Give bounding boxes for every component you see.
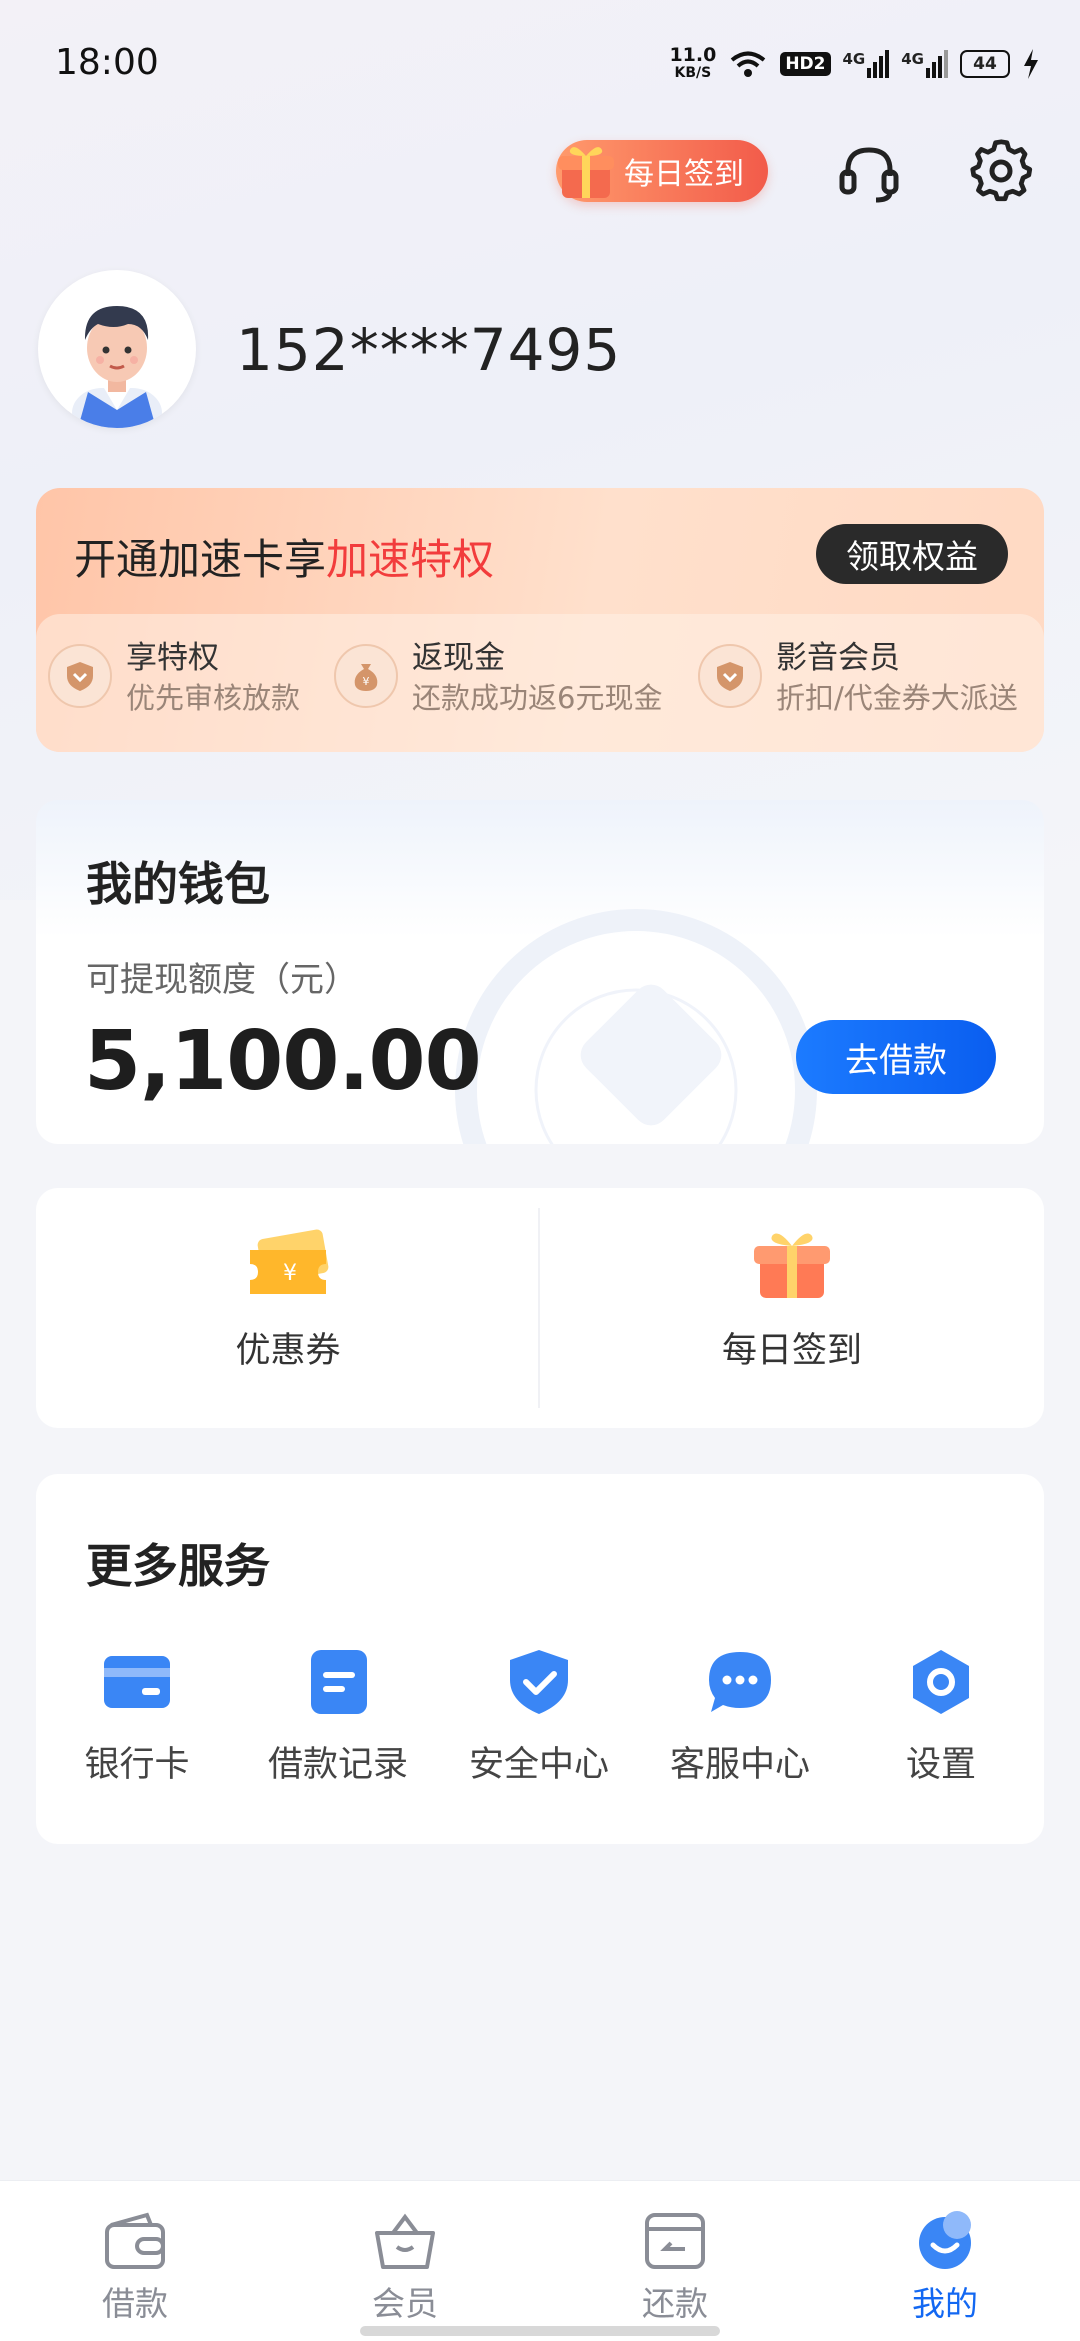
charging-bolt-icon (1024, 49, 1038, 79)
promo-title: 开通加速卡享加速特权 (74, 526, 494, 587)
signal-label-1: 4G (842, 50, 866, 68)
heart-shield-icon (698, 644, 762, 708)
bottom-tab-bar: 借款 会员 还款 我的 (0, 2180, 1080, 2341)
service-loan-records[interactable]: 借款记录 (238, 1650, 438, 1787)
service-label: 银行卡 (84, 1745, 190, 1785)
signal-label-2: 4G (901, 50, 924, 68)
wallet-card: 我的钱包 可提现额度（元） 5,100.00 去借款 (36, 800, 1044, 1144)
claim-benefits-button[interactable]: 领取权益 (816, 524, 1008, 584)
svg-text:¥: ¥ (363, 675, 370, 688)
chat-bubble-icon (709, 1652, 771, 1712)
coupon-entry[interactable]: ¥ 优惠券 (36, 1228, 540, 1373)
perk-title: 影音会员 (776, 640, 900, 676)
avatar-illustration (72, 306, 162, 428)
quick-actions: ¥ 优惠券 每日签到 (36, 1188, 1044, 1428)
gear-icon (913, 1650, 969, 1714)
withdrawable-label: 可提现额度（元） (86, 960, 358, 1000)
headset-icon[interactable] (836, 140, 902, 206)
promo-perks: 享特权 优先审核放款 ¥ 返现金 还款成功返6元现金 影音会员 折扣/代金券大派… (36, 614, 1044, 752)
tab-mine[interactable]: 我的 (845, 2211, 1045, 2325)
tab-membership[interactable]: 会员 (305, 2211, 505, 2325)
signal-icon-2: 4G (901, 50, 948, 78)
service-label: 安全中心 (468, 1745, 609, 1785)
perk-subtitle: 还款成功返6元现金 (412, 681, 663, 715)
coupon-label: 优惠券 (235, 1331, 341, 1371)
tab-label: 我的 (912, 2284, 978, 2323)
user-phone: 152****7495 (236, 316, 622, 384)
perk-title: 返现金 (412, 640, 505, 676)
perk-item: 影音会员 折扣/代金券大派送 (698, 638, 1018, 718)
daily-checkin-entry[interactable]: 每日签到 (540, 1228, 1044, 1373)
service-security-center[interactable]: 安全中心 (439, 1650, 639, 1787)
promo-title-prefix: 开通加速卡享 (74, 535, 327, 584)
network-speed: 11.0 KB/S (669, 46, 716, 82)
tab-label: 还款 (642, 2284, 708, 2323)
more-services: 更多服务 银行卡 借款记录 安全中心 客服中心 设置 (36, 1474, 1044, 1844)
smile-face-icon (919, 2211, 971, 2269)
perk-item: 享特权 优先审核放款 (48, 638, 300, 718)
gear-icon[interactable] (968, 138, 1034, 204)
wifi-icon (731, 51, 766, 77)
document-icon (311, 1650, 367, 1714)
avatar[interactable] (38, 270, 196, 428)
tab-label: 会员 (372, 2284, 438, 2323)
daily-checkin-entry-label: 每日签到 (721, 1331, 862, 1371)
withdrawable-amount: 5,100.00 (84, 1014, 482, 1109)
wallet-icon (105, 2212, 165, 2269)
wallet-decoration (455, 909, 817, 1144)
svg-text:¥: ¥ (283, 1261, 297, 1286)
tab-repay[interactable]: 还款 (575, 2211, 775, 2325)
perk-title: 享特权 (126, 640, 219, 676)
service-bank-card[interactable]: 银行卡 (37, 1650, 237, 1787)
coupon-ticket-icon: ¥ (250, 1229, 329, 1294)
speed-card-promo[interactable]: 开通加速卡享加速特权 领取权益 享特权 优先审核放款 ¥ 返现金 还款成功返6元… (36, 488, 1044, 752)
service-label: 借款记录 (267, 1745, 408, 1785)
network-speed-value: 11.0 (669, 44, 717, 66)
money-bag-icon: ¥ (334, 644, 398, 708)
perk-item: ¥ 返现金 还款成功返6元现金 (334, 638, 662, 718)
tab-label: 借款 (102, 2284, 168, 2323)
perk-subtitle: 折扣/代金券大派送 (776, 681, 1018, 715)
bank-card-icon (104, 1656, 170, 1708)
page-background (0, 0, 1080, 900)
network-speed-unit: KB/S (674, 65, 712, 81)
repay-card-icon (645, 2213, 705, 2269)
perk-subtitle: 优先审核放款 (126, 681, 301, 715)
signal-icon-1: 4G (843, 50, 890, 78)
shield-check-icon (510, 1650, 568, 1714)
service-label: 客服中心 (669, 1745, 810, 1785)
daily-checkin-label: 每日签到 (624, 157, 744, 192)
service-label: 设置 (905, 1745, 976, 1785)
service-settings[interactable]: 设置 (841, 1650, 1041, 1787)
heart-shield-icon (48, 644, 112, 708)
promo-title-highlight: 加速特权 (326, 535, 495, 584)
basket-icon (375, 2213, 435, 2269)
battery-indicator: 44 (960, 50, 1010, 78)
gift-icon (558, 147, 614, 198)
wallet-title: 我的钱包 (86, 857, 270, 911)
status-icons: 11.0 KB/S HD2 4G 4G 44 (669, 44, 1040, 84)
status-time: 18:00 (55, 42, 159, 83)
service-customer-center[interactable]: 客服中心 (640, 1650, 840, 1787)
gift-box-icon (754, 1233, 830, 1298)
services-title: 更多服务 (86, 1539, 270, 1593)
borrow-button[interactable]: 去借款 (796, 1020, 996, 1094)
hd-badge: HD2 (780, 52, 831, 76)
home-indicator (360, 2326, 720, 2336)
tab-borrow[interactable]: 借款 (35, 2211, 235, 2325)
